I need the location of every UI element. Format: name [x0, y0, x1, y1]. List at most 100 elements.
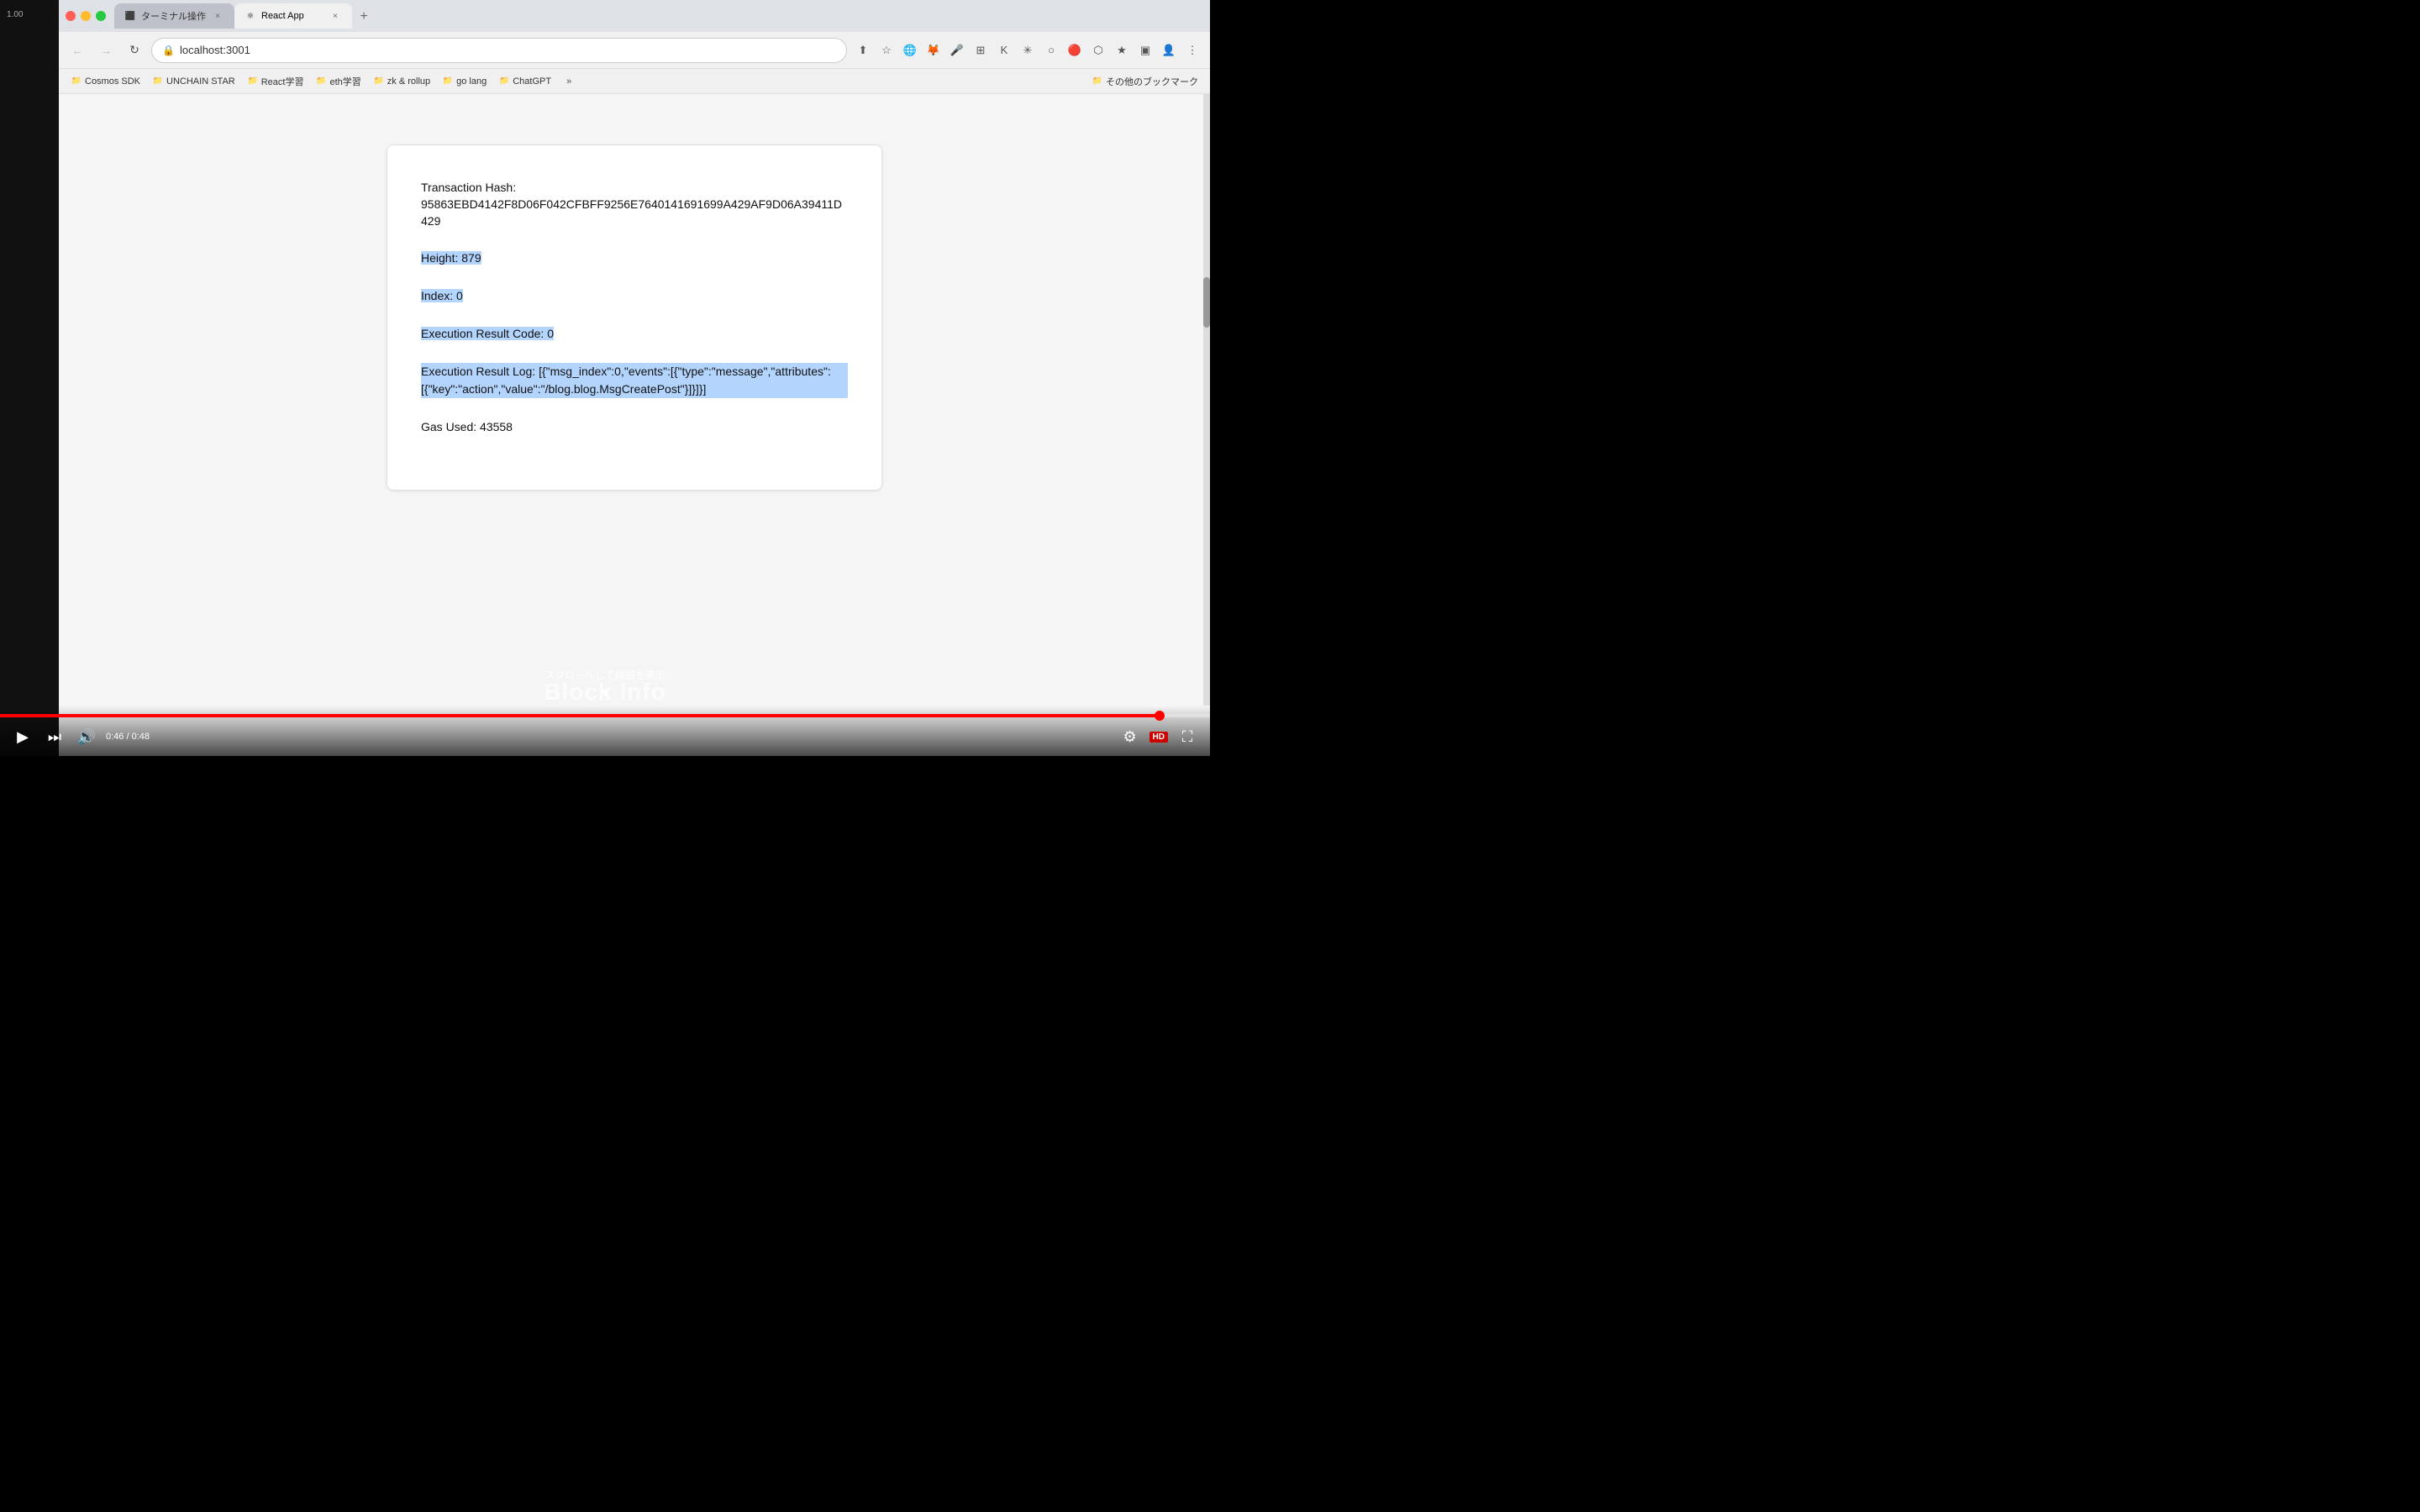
scroll-indicator[interactable]	[1203, 94, 1210, 706]
bookmark-eth[interactable]: 📁 eth学習	[310, 73, 366, 90]
tx-height-row: Height: 879	[421, 249, 848, 267]
window-maximize-btn[interactable]	[96, 11, 106, 21]
bookmark-other[interactable]: 📁 その他のブックマーク	[1086, 73, 1203, 90]
url-text: localhost:3001	[180, 44, 836, 56]
progress-dot	[1155, 711, 1165, 721]
tx-exec-code-value: Execution Result Code: 0	[421, 327, 554, 340]
scroll-thumb[interactable]	[1203, 277, 1210, 328]
scroll-hint: スクロールして詳細を表示 ▼	[0, 668, 1210, 706]
tab-terminal-favicon: ⬛	[124, 10, 136, 22]
window-minimize-btn[interactable]	[81, 11, 91, 21]
tx-hash-row: Transaction Hash: 95863EBD4142F8D06F042C…	[421, 179, 848, 229]
bookmark-unchain-icon: 📁	[152, 76, 164, 87]
tab-react-favicon: ⚛	[245, 10, 256, 22]
time-display: 0:46 / 0:48	[106, 732, 150, 742]
video-controls: スクロールして詳細を表示 ▼ ▶ ⏭ 🔊 0:46 / 0:48 ⚙ HD ⛶	[0, 706, 1210, 756]
tx-hash-label: Transaction Hash:	[421, 179, 848, 197]
tx-height-value: Height: 879	[421, 251, 481, 265]
reload-button[interactable]: ↻	[123, 39, 146, 62]
progress-fill	[0, 714, 1160, 717]
ext-icon-2[interactable]: ✳	[1017, 39, 1039, 61]
bookmark-other-label: その他のブックマーク	[1106, 75, 1198, 88]
tx-gas-value: Gas Used: 43558	[421, 420, 513, 433]
bookmark-unchain-label: UNCHAIN STAR	[166, 76, 235, 87]
forward-button[interactable]: →	[94, 39, 118, 62]
bookmark-chatgpt[interactable]: 📁 ChatGPT	[493, 74, 556, 89]
tab-terminal-title: ターミナル操作	[141, 9, 206, 23]
bookmark-btn[interactable]: ☆	[876, 39, 897, 61]
version-badge: 1.00	[7, 10, 23, 19]
back-button[interactable]: ←	[66, 39, 89, 62]
bookmark-go-label: go lang	[456, 76, 487, 87]
tx-exec-log-row: Execution Result Log: [{"msg_index":0,"e…	[421, 363, 848, 398]
bookmark-go-icon: 📁	[442, 76, 454, 87]
nav-bar: ← → ↻ 🔒 localhost:3001 ⬆ ☆ 🌐 🦊 🎤 ⊞ K ✳ ○…	[59, 32, 1210, 69]
tx-index-row: Index: 0	[421, 287, 848, 305]
tx-index-value: Index: 0	[421, 289, 463, 302]
transaction-card: Transaction Hash: 95863EBD4142F8D06F042C…	[387, 144, 882, 491]
browser-icon-1[interactable]: 🌐	[899, 39, 921, 61]
ext-icon-6[interactable]: ★	[1111, 39, 1133, 61]
bookmark-cosmos[interactable]: 📁 Cosmos SDK	[66, 74, 145, 89]
browser-window: ⬛ ターミナル操作 × ⚛ React App × + ← → ↻ 🔒 loca…	[59, 0, 1210, 756]
bookmark-chatgpt-icon: 📁	[498, 76, 510, 87]
hd-badge: HD	[1150, 732, 1168, 743]
tab-react-close[interactable]: ×	[329, 9, 342, 23]
bookmark-other-icon: 📁	[1092, 76, 1103, 87]
tabs-bar: ⬛ ターミナル操作 × ⚛ React App × +	[114, 3, 1203, 29]
next-button[interactable]: ⏭	[42, 724, 67, 749]
window-close-btn[interactable]	[66, 11, 76, 21]
bookmark-react-label: React学習	[261, 75, 304, 88]
nav-icons: ⬆ ☆ 🌐 🦊 🎤 ⊞ K ✳ ○ 🔴 ⬡ ★ ▣ 👤 ⋮	[852, 39, 1203, 61]
bookmark-zk-label: zk & rollup	[387, 76, 430, 87]
tx-gas-row: Gas Used: 43558	[421, 418, 848, 436]
ext-icon-4[interactable]: 🔴	[1064, 39, 1086, 61]
title-bar: ⬛ ターミナル操作 × ⚛ React App × +	[59, 0, 1210, 32]
bookmark-go[interactable]: 📁 go lang	[437, 74, 492, 89]
tab-react-title: React App	[261, 11, 324, 21]
fullscreen-button[interactable]: ⛶	[1175, 724, 1200, 749]
browser-icon-2[interactable]: 🦊	[923, 39, 944, 61]
ext-icon-5[interactable]: ⬡	[1087, 39, 1109, 61]
bookmark-cosmos-icon: 📁	[71, 76, 82, 87]
ext-icon-3[interactable]: ○	[1040, 39, 1062, 61]
ext-icon-1[interactable]: K	[993, 39, 1015, 61]
apps-btn[interactable]: ⊞	[970, 39, 992, 61]
bookmark-unchain[interactable]: 📁 UNCHAIN STAR	[147, 74, 240, 89]
bookmarks-right: 📁 その他のブックマーク	[1086, 73, 1203, 90]
tab-terminal-close[interactable]: ×	[211, 9, 224, 23]
tx-hash-value: 95863EBD4142F8D06F042CFBFF9256E764014169…	[421, 197, 848, 229]
bookmark-zk-icon: 📁	[373, 76, 385, 87]
left-panel: 1.00	[0, 0, 59, 756]
mic-btn[interactable]: 🎤	[946, 39, 968, 61]
lock-icon: 🔒	[162, 45, 175, 56]
bookmarks-more-btn[interactable]: »	[561, 75, 576, 88]
settings-button[interactable]: ⚙	[1118, 724, 1143, 749]
new-tab-btn[interactable]: +	[352, 5, 376, 29]
current-time: 0:46	[106, 732, 124, 742]
share-btn[interactable]: ⬆	[852, 39, 874, 61]
tab-terminal[interactable]: ⬛ ターミナル操作 ×	[114, 3, 234, 29]
window-controls	[66, 11, 106, 21]
play-button[interactable]: ▶	[10, 724, 35, 749]
bookmark-eth-icon: 📁	[315, 76, 327, 87]
bookmark-chatgpt-label: ChatGPT	[513, 76, 551, 87]
total-time: 0:48	[132, 732, 150, 742]
volume-button[interactable]: 🔊	[74, 724, 99, 749]
sidebar-btn[interactable]: ▣	[1134, 39, 1156, 61]
progress-bar[interactable]	[0, 714, 1210, 717]
bookmark-eth-label: eth学習	[329, 75, 360, 88]
bookmark-cosmos-label: Cosmos SDK	[85, 76, 140, 87]
address-bar[interactable]: 🔒 localhost:3001	[151, 38, 847, 63]
bookmark-react-icon: 📁	[247, 76, 259, 87]
bookmarks-bar: 📁 Cosmos SDK 📁 UNCHAIN STAR 📁 React学習 📁 …	[59, 69, 1210, 94]
menu-btn[interactable]: ⋮	[1181, 39, 1203, 61]
controls-row: ▶ ⏭ 🔊 0:46 / 0:48 ⚙ HD ⛶	[0, 724, 1210, 756]
tx-exec-log-value: Execution Result Log: [{"msg_index":0,"e…	[421, 363, 848, 398]
scroll-arrow-icon: ▼	[599, 685, 611, 699]
tab-react[interactable]: ⚛ React App ×	[234, 3, 352, 29]
profile-btn[interactable]: 👤	[1158, 39, 1180, 61]
page-content: Transaction Hash: 95863EBD4142F8D06F042C…	[59, 94, 1210, 756]
bookmark-react[interactable]: 📁 React学習	[242, 73, 309, 90]
bookmark-zk[interactable]: 📁 zk & rollup	[368, 74, 435, 89]
